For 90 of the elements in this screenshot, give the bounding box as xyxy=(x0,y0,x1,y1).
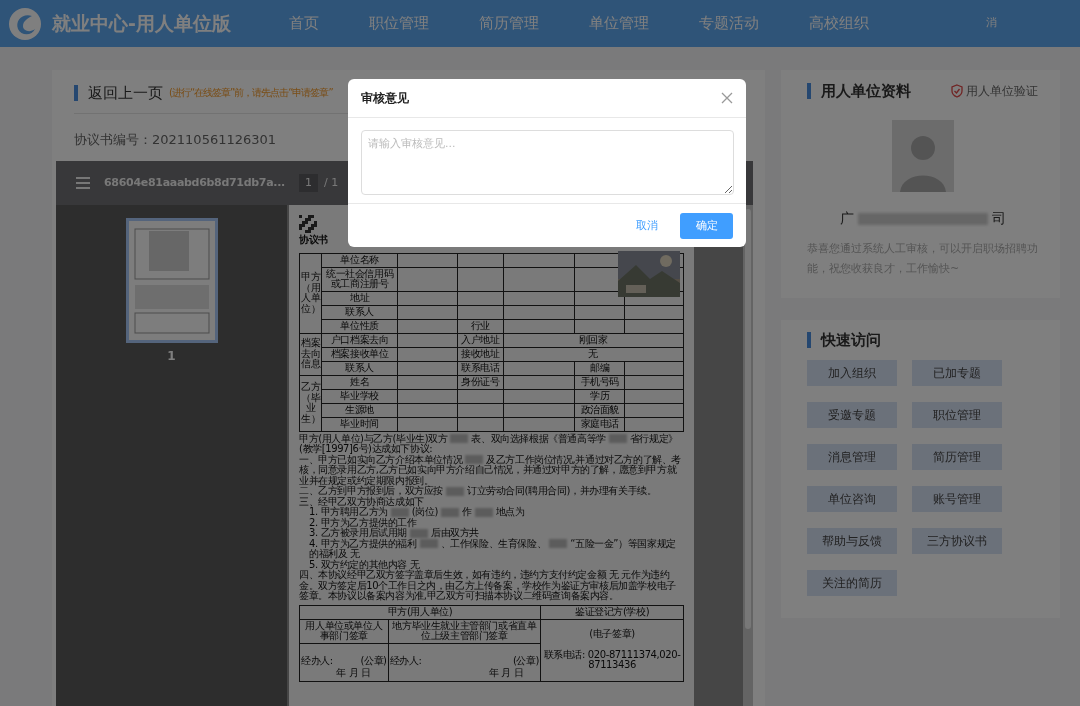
table-cell: 邮编 xyxy=(574,361,625,375)
quick-link-button[interactable]: 已加专题 xyxy=(912,360,1002,386)
nav-link[interactable]: 职位管理 xyxy=(368,12,429,35)
table-cell: 政治面貌 xyxy=(574,403,625,417)
file-name: 68604e81aaabd6b8d71db7a... xyxy=(104,174,285,191)
table-cell: 行业 xyxy=(457,319,504,333)
quick-link-button[interactable]: 消息管理 xyxy=(807,444,897,470)
shield-check-icon xyxy=(951,84,963,98)
qr-code-icon xyxy=(299,215,317,233)
nav-link[interactable]: 高校组织 xyxy=(808,12,869,35)
table-cell: 单位名称 xyxy=(321,253,398,267)
date-label: 年 月 日 xyxy=(488,667,524,678)
table-cell: 手机号码 xyxy=(574,375,625,389)
confirm-button[interactable]: 确定 xyxy=(680,213,733,239)
scrollbar[interactable] xyxy=(743,205,753,706)
quick-link-button[interactable]: 受邀专题 xyxy=(807,402,897,428)
dialog-title: 审核意见 xyxy=(361,90,409,107)
cancel-button[interactable]: 取消 xyxy=(636,217,658,235)
table-cell: 甲方(用人单位) xyxy=(299,605,541,619)
contact-text: 联系电话: 020-87111374,020-87113436 xyxy=(542,649,682,671)
quick-link-button[interactable]: 加入组织 xyxy=(807,360,897,386)
table-cell: 地方毕业生就业主管部门或省直单位上级主管部门签章 xyxy=(388,619,541,643)
table-cell: 甲方（用人单位） xyxy=(299,253,322,333)
paragraph-text: 5. 双方约定的其他内容 无 xyxy=(308,559,420,570)
table-cell: 统一社会信用码或工商注册号 xyxy=(321,267,398,291)
stamp-label: (公章) xyxy=(512,655,540,666)
table-cell: 生源地 xyxy=(321,403,398,417)
nav-link[interactable]: 首页 xyxy=(288,12,319,35)
table-cell: 家庭电话 xyxy=(574,417,625,431)
table-cell: 刚回家 xyxy=(503,333,684,347)
paragraph-text: 甲方(用人单位)与乙方(毕业生)双方 表、双向选择根据《普通高等学 省行规定》(教学[1997]6号)达成如下协议: xyxy=(299,433,679,454)
paragraph-text: 4. 甲方为乙方提供的福利 、工作保险、生育保险、 “五险一金”）等国家规定的福利及 无 xyxy=(308,538,677,559)
quick-link-button[interactable]: 职位管理 xyxy=(912,402,1002,428)
table-cell: 姓名 xyxy=(321,375,398,389)
verify-link[interactable]: 用人单位验证 xyxy=(966,82,1038,100)
table-cell: 户口档案去向 xyxy=(321,333,398,347)
company-name: 司 xyxy=(991,209,1006,228)
review-comment-field[interactable]: 请输入审核意见... xyxy=(361,130,734,195)
thumbnail-label: 1 xyxy=(167,348,176,365)
table-cell: 无 xyxy=(503,347,684,361)
quick-link-button[interactable]: 三方协议书 xyxy=(912,528,1002,554)
menu-icon[interactable] xyxy=(76,177,90,189)
paragraph-text: 四、本协议经甲乙双方签字盖章后生效，如有违约，违约方支付约定金额 无 元作为违约金。双方签定后10个工作日之内，由乙方上传备案，学校作为鉴证方审核后加盖学校电子签章。本协议以备案内容为准,甲乙双方可扫描本协议二维码查询备案内容。 xyxy=(299,570,677,602)
table-cell: 乙方（毕业生） xyxy=(299,375,322,431)
quick-link-button[interactable]: 账号管理 xyxy=(912,486,1002,512)
seal-label: (电子签章) xyxy=(588,629,636,640)
quick-link-button[interactable]: 关注的简历 xyxy=(807,570,897,596)
table-cell: 地址 xyxy=(321,291,398,305)
company-name: 广 xyxy=(839,209,854,228)
paragraph-text: 一、甲方已如实向乙方介绍本单位情况 及乙方工作岗位情况,并通过对乙方的了解、考核，同意录用乙方,乙方已如实向甲方介绍自己情况，并通过对甲方的了解，愿意到甲方就业并在规定或约定期限内报到。 xyxy=(299,454,682,486)
table-cell: 档案去向信息 xyxy=(299,333,322,375)
table-cell: 接收地址 xyxy=(457,347,504,361)
page-input[interactable]: 1 xyxy=(299,173,318,193)
quick-link-button[interactable]: 单位咨询 xyxy=(807,486,897,512)
page-total: / 1 xyxy=(324,174,339,191)
table-cell: 联系电话 xyxy=(457,361,504,375)
table-cell: 联系人 xyxy=(321,305,398,319)
nav-link[interactable]: 专题活动 xyxy=(698,12,759,35)
table-cell: 用人单位或单位人事部门签章 xyxy=(299,619,389,643)
nav-link[interactable]: 单位管理 xyxy=(588,12,649,35)
date-label: 年 月 日 xyxy=(336,667,371,678)
back-link[interactable]: 返回上一页 xyxy=(88,85,163,101)
notice-text: (进行“在线签章”前，请先点击“申请签章” xyxy=(169,86,333,100)
paragraph-text: 三、经甲乙双方协商达成如下 xyxy=(299,496,424,507)
agreement-number: 协议书编号：202110561126301 xyxy=(74,131,277,149)
table-cell: 鉴证登记方(学校) xyxy=(540,605,684,619)
handler-label: 经办人: xyxy=(301,655,333,666)
table-cell: 单位性质 xyxy=(321,319,398,333)
quick-link-button[interactable]: 简历管理 xyxy=(912,444,1002,470)
stamp-label: (公章) xyxy=(360,655,387,666)
user-menu[interactable]: 消 xyxy=(986,15,997,32)
nav-link[interactable]: 简历管理 xyxy=(478,12,539,35)
site-title: 就业中心-用人单位版 xyxy=(52,11,231,37)
close-icon xyxy=(721,92,733,104)
table-cell: 学历 xyxy=(574,389,625,403)
quick-link-button[interactable]: 帮助与反馈 xyxy=(807,528,897,554)
table-cell: 档案接收单位 xyxy=(321,347,398,361)
table-cell: 联系人 xyxy=(321,361,398,375)
table-cell: 身份证号 xyxy=(457,375,504,389)
document-heading: 协议书 xyxy=(299,235,329,246)
table-cell: 毕业时间 xyxy=(321,417,398,431)
close-button[interactable] xyxy=(721,92,733,104)
section-title: 用人单位资料 xyxy=(807,83,911,99)
handler-label: 经办人: xyxy=(389,655,422,666)
section-title: 快速访问 xyxy=(807,332,1038,348)
table-cell: 入户地址 xyxy=(457,333,504,347)
table-cell: 毕业学校 xyxy=(321,389,398,403)
logo-icon[interactable] xyxy=(8,6,42,41)
company-avatar xyxy=(891,120,954,192)
paragraph-text: 2. 甲方为乙方提供的工作 xyxy=(308,517,417,528)
